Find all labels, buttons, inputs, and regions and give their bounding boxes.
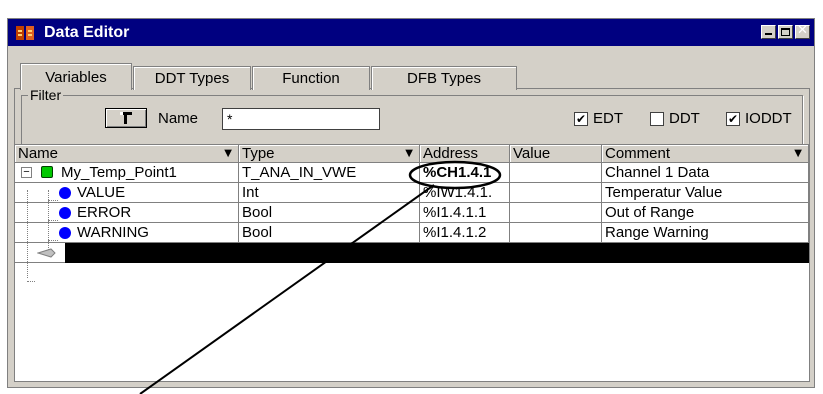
highlight-circle [408, 160, 502, 190]
pointer-line [139, 184, 435, 394]
tab-variables-label: Variables [45, 68, 107, 86]
annotation-overlay [139, 160, 502, 394]
tab-variables[interactable]: Variables [20, 63, 132, 90]
